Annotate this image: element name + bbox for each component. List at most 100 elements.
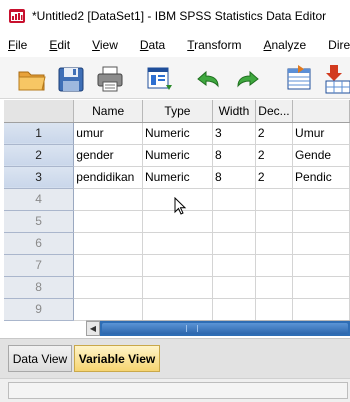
row-number[interactable]: 5 [4,210,75,233]
cell-width[interactable]: 3 [212,122,256,145]
row-number[interactable]: 8 [4,276,75,299]
cell-label[interactable] [292,188,350,211]
cell-label[interactable] [292,232,350,255]
cell-name[interactable]: pendidikan [73,166,143,189]
cell-width[interactable] [212,232,256,255]
redo-icon[interactable] [232,63,264,95]
window-title: *Untitled2 [DataSet1] - IBM SPSS Statist… [32,9,327,23]
table-row: 2 gender Numeric 8 2 Gende [4,144,350,167]
cell-name[interactable] [73,276,143,299]
cell-decimals[interactable] [255,276,294,299]
row-number[interactable]: 2 [4,144,75,167]
cell-label[interactable] [292,254,350,277]
row-number[interactable]: 7 [4,254,75,277]
menu-bar: File Edit View Data Transform Analyze Di… [0,34,350,56]
row-number[interactable]: 6 [4,232,75,255]
scroll-left-arrow-icon[interactable]: ◀ [86,321,100,336]
cell-decimals[interactable]: 2 [255,122,294,145]
menu-transform[interactable]: Transform [179,38,241,52]
cell-name[interactable]: gender [73,144,143,167]
cell-label[interactable]: Gende [292,144,350,167]
menu-data[interactable]: Data [132,38,165,52]
cell-width[interactable] [212,210,256,233]
cell-decimals[interactable] [255,298,294,321]
status-bar [0,378,350,402]
menu-view[interactable]: View [84,38,118,52]
cell-width[interactable] [212,188,256,211]
menu-file-label: ile [15,38,28,52]
cell-label[interactable] [292,210,350,233]
status-message-area [8,382,348,399]
title-bar: *Untitled2 [DataSet1] - IBM SPSS Statist… [0,0,350,32]
save-disk-icon[interactable] [55,63,87,95]
cell-decimals[interactable] [255,188,294,211]
menu-data-mnemonic: D [139,38,149,52]
table-row: 3 pendidikan Numeric 8 2 Pendic [4,166,350,189]
tab-data-view[interactable]: Data View [8,345,72,372]
menu-file[interactable]: File [0,38,27,52]
toolbar [0,57,350,99]
view-tab-strip: Data View Variable View [0,338,350,378]
cell-type[interactable] [142,232,213,255]
column-header-width[interactable]: Width [212,100,256,123]
cell-type[interactable] [142,276,213,299]
menu-transform-label: ransform [194,38,242,52]
open-folder-icon[interactable] [16,63,48,95]
cell-width[interactable]: 8 [212,144,256,167]
cell-name[interactable] [73,210,143,233]
cell-decimals[interactable]: 2 [255,166,294,189]
cell-width[interactable] [212,254,256,277]
undo-icon[interactable] [192,63,224,95]
table-row: 8 [4,276,350,299]
column-header-decimals[interactable]: Dec... [255,100,294,123]
column-header-label[interactable] [292,100,350,123]
tab-variable-view[interactable]: Variable View [74,345,160,372]
scrollbar-thumb[interactable] [102,323,348,334]
cell-decimals[interactable] [255,210,294,233]
row-number[interactable]: 4 [4,188,75,211]
go-to-case-icon[interactable] [284,63,316,95]
cell-decimals[interactable]: 2 [255,144,294,167]
cell-name[interactable] [73,188,143,211]
cell-decimals[interactable] [255,254,294,277]
cell-type[interactable] [142,254,213,277]
dialog-recall-icon[interactable] [144,63,176,95]
menu-direct-marketing[interactable]: Direc [320,38,350,52]
menu-view-label: iew [99,38,118,52]
print-icon[interactable] [94,63,126,95]
cell-label[interactable] [292,276,350,299]
cell-type[interactable]: Numeric [142,122,213,145]
grid-corner[interactable] [4,100,75,123]
cell-type[interactable] [142,298,213,321]
table-row: 9 [4,298,350,321]
cell-type[interactable]: Numeric [142,166,213,189]
menu-view-mnemonic: V [92,38,100,52]
menu-data-label: ata [148,38,166,52]
cell-label[interactable] [292,298,350,321]
cell-name[interactable] [73,254,143,277]
cell-label[interactable]: Umur [292,122,350,145]
row-number[interactable]: 3 [4,166,75,189]
menu-edit-label: dit [57,38,71,52]
menu-analyze[interactable]: Analyze [255,38,306,52]
cell-label[interactable]: Pendic [292,166,350,189]
menu-edit[interactable]: Edit [41,38,70,52]
menu-analyze-label: nalyze [271,38,307,52]
scrollbar-grip-icon [186,325,198,332]
cell-width[interactable] [212,298,256,321]
spss-app-icon[interactable] [8,7,26,25]
column-header-row: Name Type Width Dec... [4,100,350,123]
cell-name[interactable] [73,232,143,255]
cell-width[interactable] [212,276,256,299]
column-header-name[interactable]: Name [73,100,143,123]
go-to-variable-icon[interactable] [322,63,350,95]
cell-name[interactable]: umur [73,122,143,145]
cell-decimals[interactable] [255,232,294,255]
cell-type[interactable]: Numeric [142,144,213,167]
cell-name[interactable] [73,298,143,321]
column-header-type[interactable]: Type [142,100,213,123]
row-number[interactable]: 9 [4,298,75,321]
cell-width[interactable]: 8 [212,166,256,189]
horizontal-scrollbar[interactable]: ◀ [86,320,350,336]
row-number[interactable]: 1 [4,122,75,145]
